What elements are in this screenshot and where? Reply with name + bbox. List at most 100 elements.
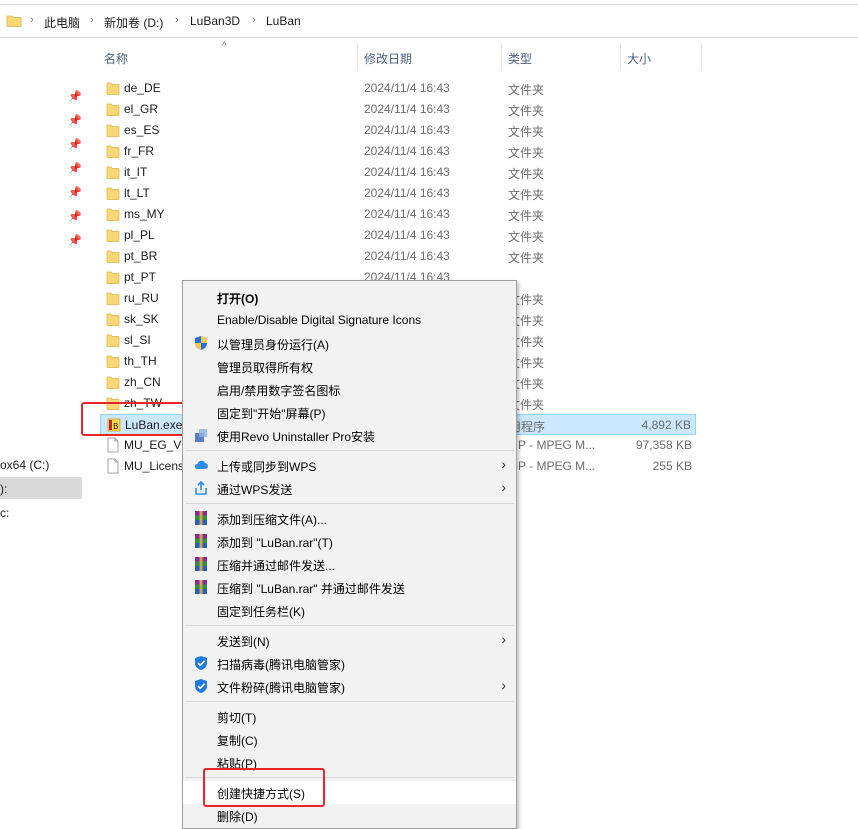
tencent-shield-icon	[195, 656, 207, 670]
file-size: 97,358 KB	[635, 438, 692, 452]
file-date: 2024/11/4 16:43	[364, 81, 450, 95]
pin-icon[interactable]: 📌	[68, 210, 82, 223]
file-date: 2024/11/4 16:43	[364, 249, 450, 263]
menu-item[interactable]: 剪切(T)	[183, 705, 516, 728]
column-header-type[interactable]: 类型	[508, 50, 532, 67]
column-divider[interactable]	[701, 44, 702, 70]
file-name[interactable]: es_ES	[124, 123, 159, 137]
menu-item-label: 文件粉碎(腾讯电脑管家)	[217, 681, 345, 695]
file-row[interactable]: pt_BR 2024/11/4 16:43 文件夹	[100, 246, 696, 267]
navigation-pane[interactable]: 📌 📌 📌 📌 📌 📌 📌	[0, 42, 88, 829]
menu-item-label: 固定到"开始"屏幕(P)	[217, 407, 326, 421]
menu-item[interactable]: 发送到(N) ›	[183, 629, 516, 652]
menu-item-label: 压缩并通过邮件发送...	[217, 559, 336, 573]
folder-icon	[106, 145, 120, 158]
pin-icon[interactable]: 📌	[68, 234, 82, 247]
folder-icon	[6, 15, 22, 27]
menu-item[interactable]: 固定到"开始"屏幕(P)	[183, 401, 516, 424]
folder-icon	[106, 271, 120, 284]
menu-item[interactable]: 压缩并通过邮件发送...	[183, 553, 516, 576]
cloud-icon	[194, 460, 208, 469]
pin-icon[interactable]: 📌	[68, 114, 82, 127]
folder-icon	[106, 292, 120, 305]
menu-item[interactable]: 启用/禁用数字签名图标	[183, 378, 516, 401]
menu-item[interactable]: Enable/Disable Digital Signature Icons	[183, 309, 516, 332]
context-menu[interactable]: 打开(O) Enable/Disable Digital Signature Ic…	[182, 280, 517, 829]
pin-icon[interactable]: 📌	[68, 138, 82, 151]
file-name[interactable]: MU_EG_V1	[124, 438, 188, 452]
chevron-right-icon: ›	[30, 14, 34, 26]
folder-icon	[106, 355, 120, 368]
file-name[interactable]: fr_FR	[124, 144, 154, 158]
file-name[interactable]: zh_CN	[124, 375, 161, 389]
file-row[interactable]: de_DE 2024/11/4 16:43 文件夹	[100, 78, 696, 99]
column-divider[interactable]	[501, 44, 502, 70]
menu-item-label: 通过WPS发送	[217, 483, 293, 497]
file-type: 文件夹	[508, 167, 545, 181]
file-name[interactable]: ru_RU	[124, 291, 159, 305]
file-date: 2024/11/4 16:43	[364, 123, 450, 137]
column-header-name[interactable]: 名称	[104, 50, 128, 67]
menu-item[interactable]: 管理员取得所有权	[183, 355, 516, 378]
file-row[interactable]: el_GR 2024/11/4 16:43 文件夹	[100, 99, 696, 120]
menu-item[interactable]: 打开(O)	[183, 286, 516, 309]
file-type: 文件夹	[508, 125, 545, 139]
file-date: 2024/11/4 16:43	[364, 186, 450, 200]
folder-icon	[106, 82, 120, 95]
chevron-right-icon: ›	[501, 479, 506, 495]
nav-item-drive-c[interactable]: ox64 (C:)	[0, 458, 49, 472]
file-name[interactable]: de_DE	[124, 81, 161, 95]
menu-item-label: 添加到压缩文件(A)...	[217, 513, 327, 527]
pin-icon[interactable]: 📌	[68, 162, 82, 175]
highlight-box-create-shortcut	[203, 768, 325, 807]
file-name[interactable]: el_GR	[124, 102, 158, 116]
menu-item[interactable]: 添加到 "LuBan.rar"(T)	[183, 530, 516, 553]
menu-item[interactable]: 以管理员身份运行(A)	[183, 332, 516, 355]
menu-item[interactable]: 扫描病毒(腾讯电脑管家)	[183, 652, 516, 675]
column-header-size[interactable]: 大小	[627, 50, 651, 67]
highlight-box-exe	[81, 402, 193, 436]
file-name[interactable]: sk_SK	[124, 312, 159, 326]
file-name[interactable]: it_IT	[124, 165, 147, 179]
address-bar[interactable]: › 此电脑 › 新加卷 (D:) › LuBan3D › LuBan	[0, 0, 858, 42]
menu-item[interactable]: 使用Revo Uninstaller Pro安装	[183, 424, 516, 447]
file-row[interactable]: fr_FR 2024/11/4 16:43 文件夹	[100, 141, 696, 162]
menu-item[interactable]: 固定到任务栏(K)	[183, 599, 516, 622]
breadcrumb-item-drive-d[interactable]: 新加卷 (D:)	[104, 14, 163, 31]
menu-item[interactable]: 删除(D)	[183, 804, 516, 827]
menu-item[interactable]: 复制(C)	[183, 728, 516, 751]
column-header-date[interactable]: 修改日期	[364, 50, 412, 67]
nav-item-drive-d[interactable]: ):	[0, 482, 7, 496]
column-divider[interactable]	[620, 44, 621, 70]
menu-item[interactable]: 文件粉碎(腾讯电脑管家) ›	[183, 675, 516, 698]
file-row[interactable]: pl_PL 2024/11/4 16:43 文件夹	[100, 225, 696, 246]
breadcrumb-item-this-pc[interactable]: 此电脑	[44, 14, 80, 31]
file-name[interactable]: sl_SI	[124, 333, 151, 347]
menu-item-label: 上传或同步到WPS	[217, 460, 317, 474]
file-name[interactable]: pt_BR	[124, 249, 157, 263]
revo-icon	[195, 429, 207, 442]
pin-icon[interactable]: 📌	[68, 90, 82, 103]
file-name[interactable]: pl_PL	[124, 228, 155, 242]
file-row[interactable]: es_ES 2024/11/4 16:43 文件夹	[100, 120, 696, 141]
breadcrumb-item-luban[interactable]: LuBan	[266, 14, 301, 28]
menu-item[interactable]: 添加到压缩文件(A)...	[183, 507, 516, 530]
menu-item[interactable]: 通过WPS发送 ›	[183, 477, 516, 500]
file-type: 文件夹	[508, 104, 545, 118]
menu-item-label: 添加到 "LuBan.rar"(T)	[217, 536, 333, 550]
pin-icon[interactable]: 📌	[68, 186, 82, 199]
nav-item-drive-e[interactable]: c:	[0, 506, 9, 520]
file-row[interactable]: lt_LT 2024/11/4 16:43 文件夹	[100, 183, 696, 204]
breadcrumb-item-luban3d[interactable]: LuBan3D	[190, 14, 240, 28]
file-name[interactable]: ms_MY	[124, 207, 165, 221]
file-row[interactable]: it_IT 2024/11/4 16:43 文件夹	[100, 162, 696, 183]
file-name[interactable]: lt_LT	[124, 186, 150, 200]
menu-item[interactable]: 压缩到 "LuBan.rar" 并通过邮件发送	[183, 576, 516, 599]
file-row[interactable]: ms_MY 2024/11/4 16:43 文件夹	[100, 204, 696, 225]
file-name[interactable]: th_TH	[124, 354, 157, 368]
chevron-right-icon: ›	[252, 14, 256, 26]
file-name[interactable]: pt_PT	[124, 270, 156, 284]
menu-item[interactable]: 上传或同步到WPS ›	[183, 454, 516, 477]
column-divider[interactable]	[357, 44, 358, 70]
file-name[interactable]: MU_Licens	[124, 459, 184, 473]
